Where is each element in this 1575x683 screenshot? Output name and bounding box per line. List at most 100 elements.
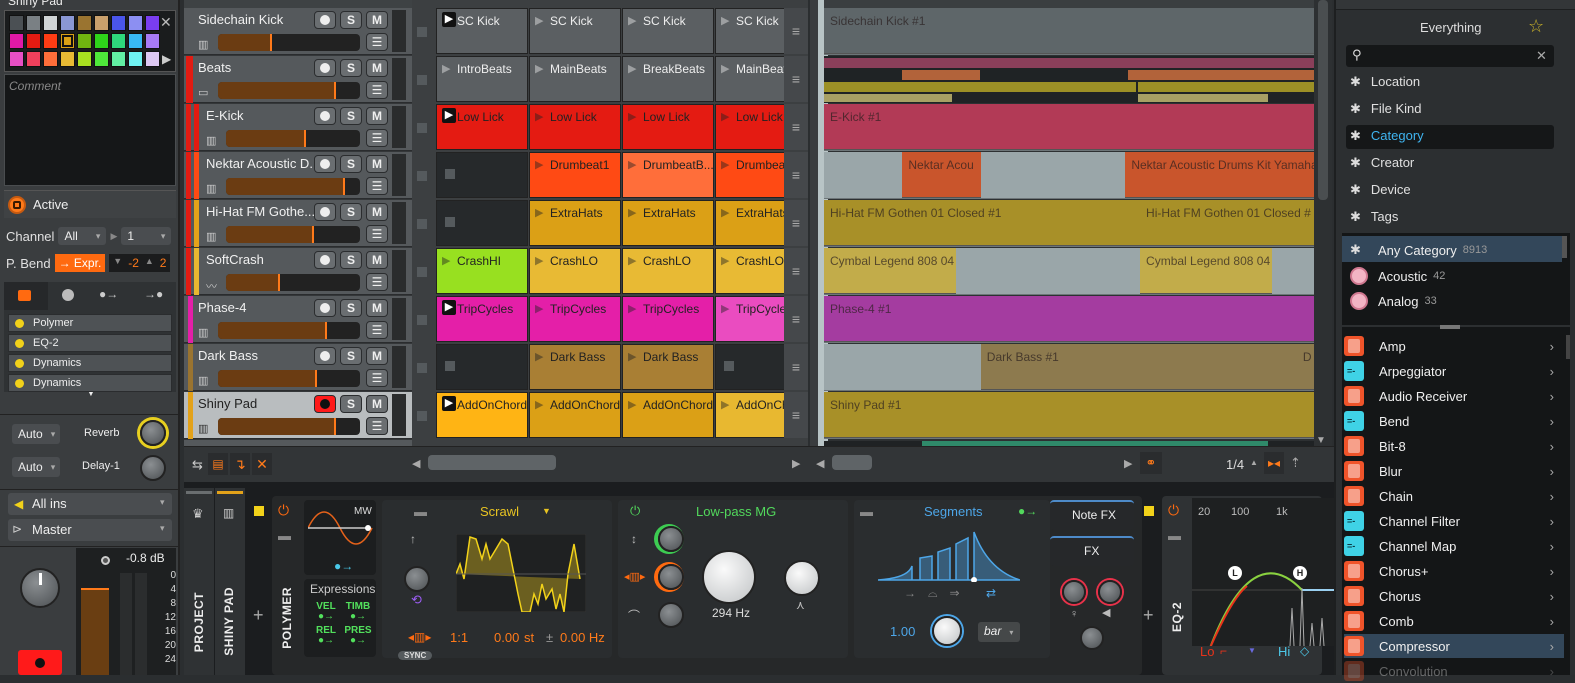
wavetable-display[interactable] [456, 534, 586, 612]
clip-slot[interactable]: AddOnChord [436, 392, 528, 438]
track-name[interactable]: Sidechain Kick [198, 12, 283, 27]
arranger-clip[interactable]: Shiny Pad #1 [824, 392, 1314, 438]
clip-slot[interactable]: AddOnChord [529, 392, 621, 438]
folder-icon[interactable]: ▬ [278, 528, 291, 543]
clip-slot[interactable]: SC Kick [622, 8, 714, 54]
filter-power-icon[interactable]: ⏻ [630, 503, 640, 519]
track-menu-button[interactable]: ☰ [366, 177, 388, 195]
search-icon[interactable]: ⚲ [1352, 47, 1362, 63]
fader-handle-icon[interactable] [101, 556, 110, 565]
track-header[interactable]: Nektar Acoustic D... S M ☰ ▥ [184, 152, 412, 199]
send-2-mode-dropdown[interactable]: Auto [12, 457, 60, 477]
device-chain-item[interactable]: Dynamics [8, 354, 172, 372]
browser-filter-category[interactable]: ✱ Category [1350, 128, 1424, 144]
expression-rel[interactable]: REL ●→ [312, 626, 340, 646]
clip-slot[interactable]: CrashLO [529, 248, 621, 294]
volume-slider[interactable] [226, 274, 360, 291]
record-arm-button[interactable] [314, 155, 336, 173]
device-item[interactable]: Convolution › [1344, 659, 1564, 683]
device-chain-tab-icon[interactable] [18, 290, 31, 301]
arranger-clip[interactable]: Nektar Acoustic Drums Kit Yamaha [1125, 152, 1314, 198]
device-item[interactable]: =- Arpeggiator › [1344, 359, 1564, 383]
color-swatch[interactable] [9, 15, 24, 31]
record-arm-button[interactable] [314, 203, 336, 221]
browser-filter-location[interactable]: ✱ Location [1350, 74, 1420, 90]
track-name[interactable]: Hi-Hat FM Gothe... [206, 204, 315, 219]
chevron-right-icon[interactable]: › [1550, 564, 1554, 579]
loop-mode-active-icon[interactable]: ⇄ [986, 586, 996, 600]
clip-slot[interactable]: IntroBeats [436, 56, 528, 102]
output-knob-3[interactable] [1080, 626, 1104, 650]
color-swatch[interactable] [26, 15, 41, 31]
color-swatch[interactable] [9, 33, 24, 49]
stop-button[interactable] [417, 27, 427, 37]
color-swatch[interactable] [145, 33, 160, 49]
arranger-clip[interactable]: D [1296, 344, 1314, 390]
record-arm-button[interactable] [314, 251, 336, 269]
osc-pitch[interactable]: 0.00 [494, 630, 519, 645]
track-header[interactable]: Sidechain Kick S M ☰ ▥ [184, 8, 412, 55]
color-swatch[interactable] [77, 33, 92, 49]
stop-button[interactable] [417, 363, 427, 373]
clip-slot[interactable]: MainBeats [529, 56, 621, 102]
clip-slot[interactable]: Low Lick [529, 104, 621, 150]
clear-search-icon[interactable]: ✕ [1536, 48, 1547, 64]
filter-preset[interactable]: Low-pass MG [696, 504, 776, 519]
fx-button[interactable]: FX [1084, 544, 1099, 558]
stop-button[interactable] [417, 75, 427, 85]
color-swatch[interactable] [111, 15, 126, 31]
device-item[interactable]: Comb › [1344, 609, 1564, 633]
color-swatch[interactable] [128, 51, 143, 67]
grid-quantize[interactable]: 1/4 [1226, 457, 1244, 472]
chevron-right-icon[interactable]: › [1550, 389, 1554, 404]
send-2-knob[interactable] [140, 455, 166, 481]
chevron-right-icon[interactable]: › [1550, 339, 1554, 354]
mute-button[interactable]: M [366, 395, 388, 413]
envelope-rate-knob[interactable] [932, 616, 962, 646]
track-header[interactable]: Dark Bass S M ☰ ▥ [184, 344, 412, 391]
folder-icon[interactable]: ▬ [414, 504, 427, 519]
low-shelf-icon[interactable]: ⌐ [1220, 644, 1227, 658]
category-item[interactable]: Acoustic 42 [1350, 267, 1445, 285]
arranger-clip[interactable]: E-Kick #1 [824, 104, 1314, 150]
chevron-right-icon[interactable]: › [1550, 514, 1554, 529]
track-menu-button[interactable]: ☰ [366, 417, 388, 435]
chevron-right-icon[interactable]: › [1550, 614, 1554, 629]
scene-menu-icon[interactable]: ≡ [784, 56, 808, 102]
receive-tab-icon[interactable]: →● [144, 287, 163, 301]
chevron-down-icon[interactable]: ▼ [542, 506, 551, 516]
clip-slot[interactable]: DrumbeatB... [622, 152, 714, 198]
output-knob-1[interactable] [1062, 580, 1086, 604]
solo-button[interactable]: S [340, 251, 362, 269]
scroll-left-icon[interactable]: ◀ [816, 457, 824, 470]
solo-button[interactable]: S [340, 155, 362, 173]
osc-fine[interactable]: 0.00 Hz [560, 630, 605, 645]
volume-slider[interactable] [218, 418, 360, 435]
device-chain-item[interactable]: Dynamics [8, 374, 172, 392]
loop-mode-icons[interactable]: →⌓⇒ [904, 586, 972, 601]
stop-button[interactable] [417, 411, 427, 421]
clip-slot[interactable]: SC Kick [529, 8, 621, 54]
down-arrow-icon[interactable]: ▼ [113, 256, 122, 270]
volume-slider[interactable] [218, 34, 360, 51]
folder-icon[interactable]: ▬ [1168, 528, 1181, 543]
follow-icon[interactable]: ↴ [230, 453, 250, 475]
power-icon[interactable]: ⏻ [278, 502, 289, 519]
clip-slot[interactable]: Drumbeat1 [529, 152, 621, 198]
eq-low-node[interactable]: L [1228, 566, 1242, 580]
track-name[interactable]: Shiny Pad [198, 396, 257, 411]
modulator-icon[interactable]: ●→ [334, 559, 353, 573]
up-arrow-icon[interactable]: ▲ [1250, 458, 1258, 467]
pan-knob[interactable] [20, 568, 60, 608]
power-icon[interactable]: ⏻ [1168, 502, 1179, 519]
color-swatch[interactable] [111, 33, 126, 49]
chevron-right-icon[interactable]: › [1550, 539, 1554, 554]
launcher-scrollbar[interactable] [428, 455, 556, 470]
stop-button[interactable] [417, 123, 427, 133]
scene-menu-icon[interactable]: ≡ [784, 248, 808, 294]
filter-knob-3[interactable] [658, 602, 684, 628]
volume-slider[interactable] [218, 82, 360, 99]
mute-button[interactable]: M [366, 59, 388, 77]
browser-filter-creator[interactable]: ✱ Creator [1350, 155, 1414, 171]
clip-slot[interactable]: CrashHI [436, 248, 528, 294]
